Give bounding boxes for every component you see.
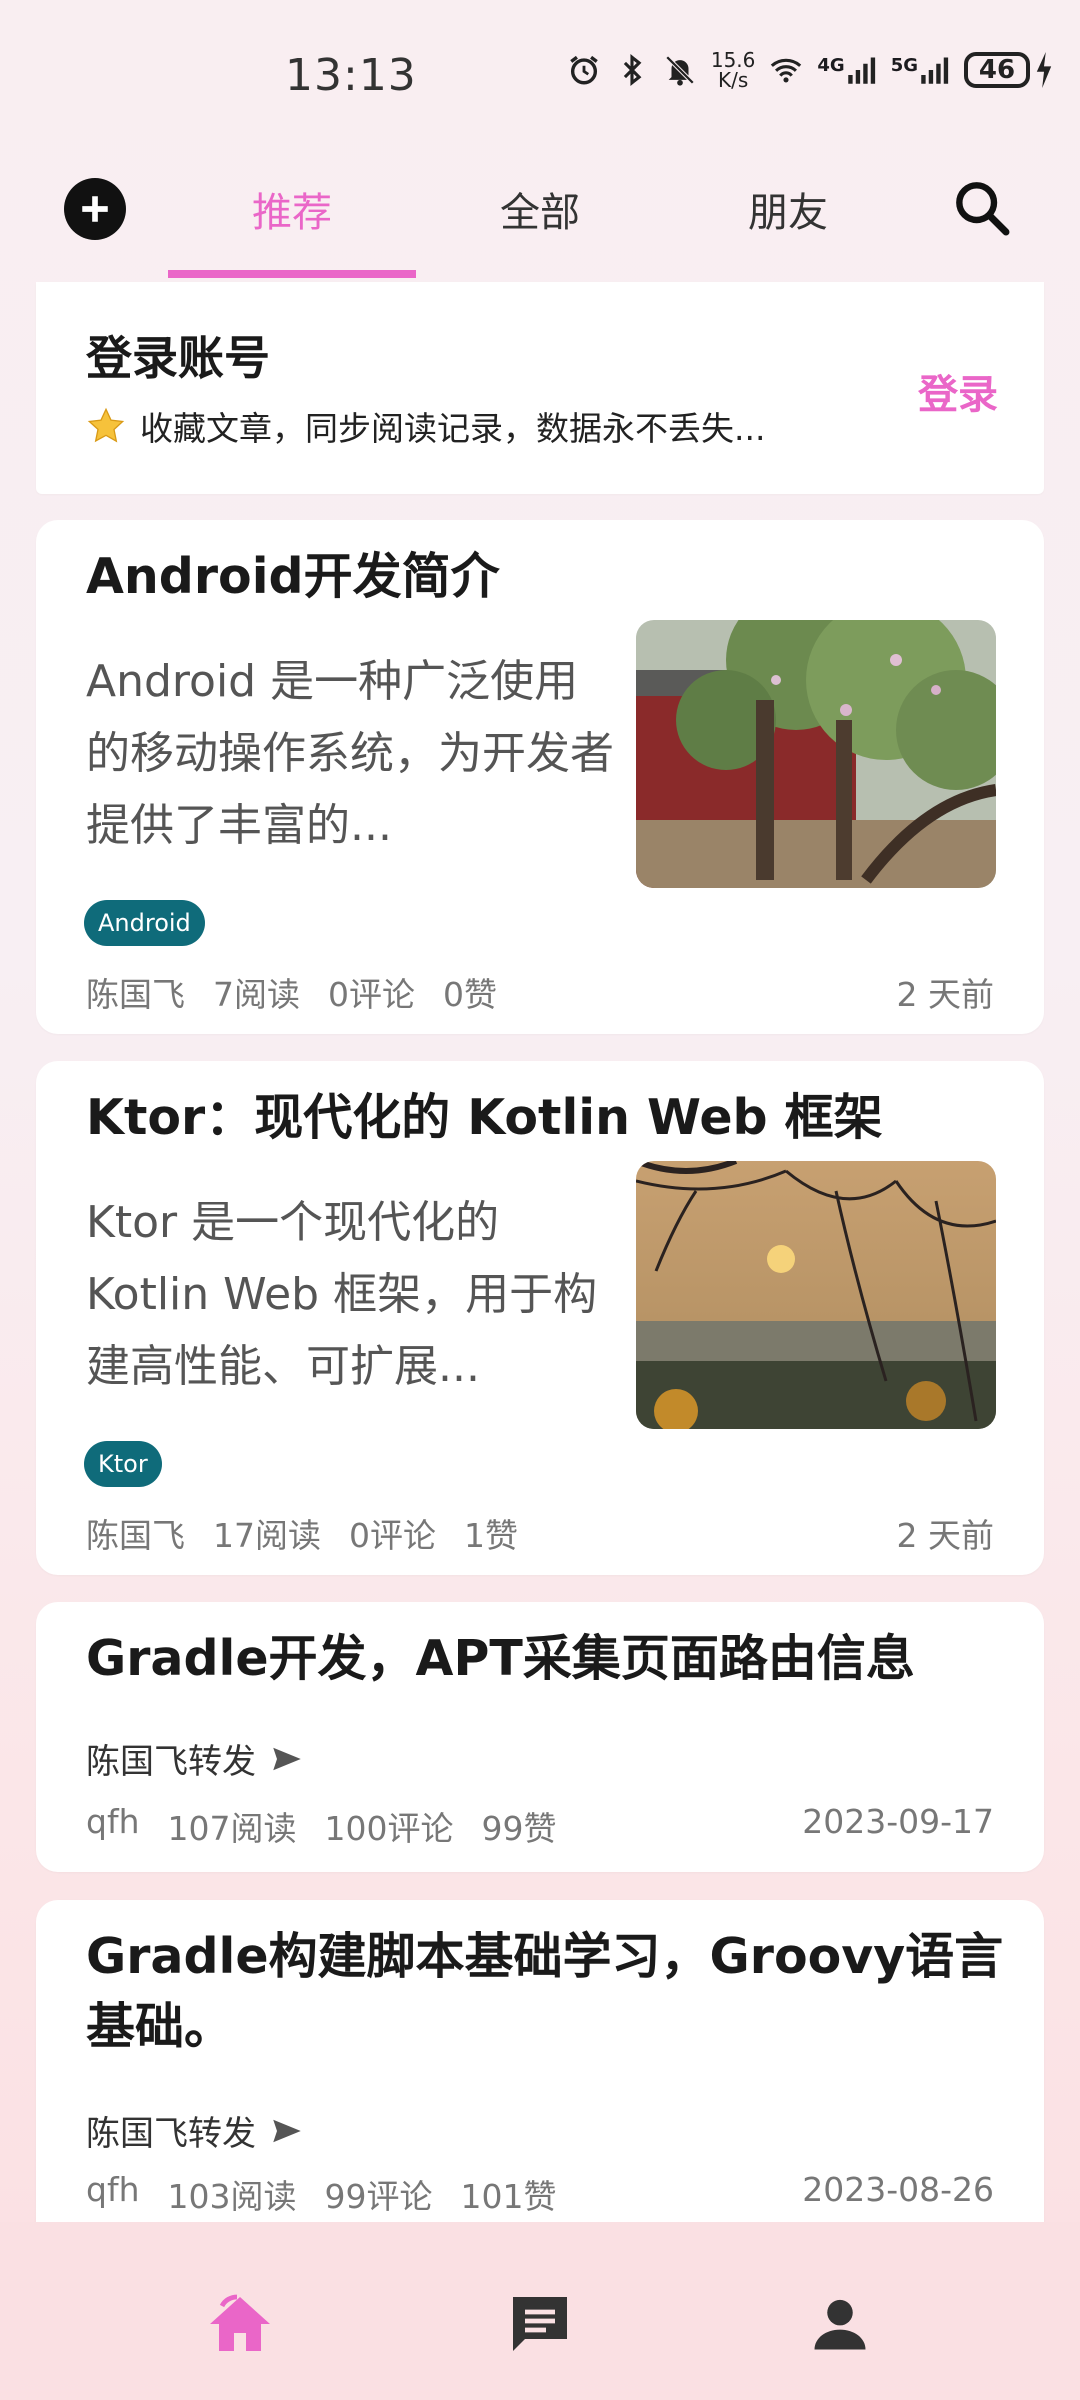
article-likes: 1赞 xyxy=(464,1516,518,1555)
top-tab-bar: 推荐 全部 朋友 xyxy=(0,150,1080,280)
article-meta: 陈国飞 17阅读 0评论 1赞 xyxy=(86,1509,518,1557)
article-thumbnail xyxy=(636,1161,996,1429)
article-date: 2023-09-17 xyxy=(802,1802,994,1841)
alarm-icon xyxy=(570,55,598,85)
cell-signal-4g: 4G xyxy=(817,55,876,85)
article-tag[interactable]: Android xyxy=(84,900,205,946)
article-card[interactable]: Gradle开发，APT采集页面路由信息 陈国飞转发 qfh 107阅读 100… xyxy=(36,1602,1044,1872)
article-date: 2 天前 xyxy=(896,1516,995,1555)
tab-all[interactable]: 全部 xyxy=(416,178,664,240)
blossom-tree-image xyxy=(636,620,996,888)
mute-bell-icon xyxy=(665,55,695,86)
net-speed-unit: K/s xyxy=(717,68,749,92)
signal-5g-label: 5G xyxy=(890,55,918,76)
battery: 46 xyxy=(964,52,1054,88)
article-date: 2023-08-26 xyxy=(802,2170,994,2209)
tab-recommend[interactable]: 推荐 xyxy=(168,178,416,240)
person-icon xyxy=(814,2299,866,2350)
article-card[interactable]: Android开发简介 Android 是一种广泛使用的移动操作系统，为开发者提… xyxy=(36,520,1044,1034)
article-comments: 100评论 xyxy=(324,1809,454,1848)
nav-profile[interactable] xyxy=(800,2284,880,2364)
article-comments: 99评论 xyxy=(324,2177,433,2216)
star-icon xyxy=(87,407,125,443)
article-author: 陈国飞 xyxy=(86,1516,185,1555)
search-icon[interactable] xyxy=(950,176,1014,240)
article-card[interactable]: Ktor：现代化的 Kotlin Web 框架 Ktor 是一个现代化的 Kot… xyxy=(36,1061,1044,1575)
bluetooth-icon xyxy=(623,54,642,86)
login-title: 登录账号 xyxy=(86,331,270,385)
article-summary: Ktor 是一个现代化的 Kotlin Web 框架，用于构建高性能、可扩展..… xyxy=(86,1197,598,1392)
signal-4g-label: 4G xyxy=(817,55,845,76)
article-likes: 0赞 xyxy=(443,975,497,1014)
login-card[interactable]: 登录账号 收藏文章，同步阅读记录，数据永不丢失... 登录 xyxy=(36,282,1044,494)
send-icon xyxy=(273,2119,301,2142)
article-reads: 107阅读 xyxy=(167,1809,297,1848)
nav-home[interactable] xyxy=(200,2284,280,2364)
status-icons: 15.6 K/s 4G 5G 46 xyxy=(567,50,1054,90)
login-subtitle-row: 收藏文章，同步阅读记录，数据永不丢失... xyxy=(86,402,765,450)
charging-icon xyxy=(1036,52,1052,88)
login-subtitle: 收藏文章，同步阅读记录，数据永不丢失... xyxy=(140,409,766,448)
signal-bars-icon xyxy=(921,57,949,84)
article-date: 2 天前 xyxy=(896,975,995,1014)
article-card[interactable]: Gradle构建脚本基础学习，Groovy语言基础。 陈国飞转发 qfh 103… xyxy=(36,1900,1044,2230)
article-comments: 0评论 xyxy=(349,1516,436,1555)
article-author: qfh xyxy=(86,1802,140,1841)
bottom-navigation xyxy=(0,2222,1080,2400)
sunset-branches-image xyxy=(636,1161,996,1429)
status-bar: 13:13 15.6 K/s 4G 5G 46 xyxy=(0,0,1080,150)
article-thumbnail xyxy=(636,620,996,888)
home-icon xyxy=(210,2294,270,2351)
article-title: Ktor：现代化的 Kotlin Web 框架 xyxy=(86,1089,883,1146)
article-author: qfh xyxy=(86,2170,140,2209)
article-meta: qfh 103阅读 99评论 101赞 xyxy=(86,2170,556,2218)
article-meta: qfh 107阅读 100评论 99赞 xyxy=(86,1802,556,1850)
cell-signal-5g: 5G xyxy=(891,55,950,85)
article-title: Android开发简介 xyxy=(86,548,500,605)
article-tag[interactable]: Ktor xyxy=(84,1441,162,1487)
forward-label: 陈国飞转发 xyxy=(86,1742,256,1782)
article-likes: 99赞 xyxy=(481,1809,557,1848)
net-speed: 15.6 K/s xyxy=(711,50,756,90)
add-icon xyxy=(82,196,108,222)
forward-row: 陈国飞转发 xyxy=(86,2106,302,2155)
article-author: 陈国飞 xyxy=(86,975,185,1014)
net-speed-value: 15.6 xyxy=(710,48,756,72)
login-button[interactable]: 登录 xyxy=(918,362,998,420)
article-title: Gradle开发，APT采集页面路由信息 xyxy=(86,1630,915,1687)
tab-friends[interactable]: 朋友 xyxy=(664,178,912,240)
forward-label: 陈国飞转发 xyxy=(86,2114,256,2154)
article-reads: 7阅读 xyxy=(213,975,300,1014)
article-likes: 101赞 xyxy=(460,2177,557,2216)
article-title: Gradle构建脚本基础学习，Groovy语言基础。 xyxy=(86,1928,1004,2055)
wifi-icon xyxy=(771,58,802,83)
article-reads: 103阅读 xyxy=(167,2177,297,2216)
nav-messages[interactable] xyxy=(500,2284,580,2364)
article-comments: 0评论 xyxy=(328,975,415,1014)
add-button[interactable] xyxy=(64,178,126,240)
signal-bars-icon xyxy=(847,57,875,84)
article-summary: Android 是一种广泛使用的移动操作系统，为开发者提供了丰富的... xyxy=(86,656,614,851)
battery-level: 46 xyxy=(964,52,1030,88)
status-time: 13:13 xyxy=(285,50,417,101)
article-reads: 17阅读 xyxy=(213,1516,321,1555)
tab-indicator xyxy=(168,270,416,278)
send-icon xyxy=(273,1747,301,1770)
forward-row: 陈国飞转发 xyxy=(86,1734,302,1783)
article-meta: 陈国飞 7阅读 0评论 0赞 xyxy=(86,968,497,1016)
message-icon xyxy=(513,2297,567,2351)
